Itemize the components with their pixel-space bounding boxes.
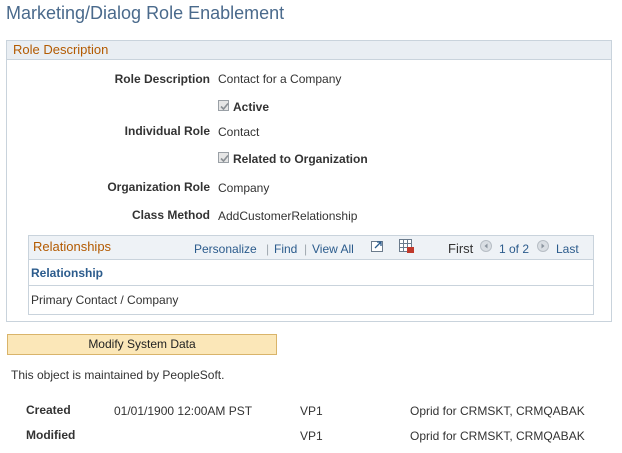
relationship-column-header[interactable]: Relationship [31, 266, 103, 280]
created-version: VP1 [300, 404, 323, 418]
separator: | [304, 242, 308, 256]
section-header: Role Description [7, 41, 611, 60]
previous-arrow-icon[interactable] [480, 240, 492, 252]
download-icon[interactable] [371, 239, 386, 256]
class-method-label: Class Method [131, 208, 210, 222]
table-row: Primary Contact / Company [31, 293, 179, 307]
separator: | [266, 242, 270, 256]
modified-version: VP1 [300, 429, 323, 443]
active-checkbox[interactable] [218, 100, 229, 111]
page-title: Marketing/Dialog Role Enablement [6, 3, 285, 23]
section-title: Role Description [13, 42, 109, 57]
modify-system-data-button[interactable]: Modify System Data [7, 334, 277, 355]
check-icon [220, 154, 229, 163]
check-icon [220, 102, 229, 111]
view-all-link[interactable]: View All [312, 242, 354, 256]
spreadsheet-icon[interactable] [399, 239, 415, 257]
modified-oprid: Oprid for CRMSKT, CRMQABAK [410, 429, 585, 443]
next-arrow-icon[interactable] [537, 240, 549, 252]
active-label: Active [233, 100, 270, 114]
individual-role-label: Individual Role [124, 124, 210, 138]
role-description-label: Role Description [114, 72, 210, 86]
find-link[interactable]: Find [274, 242, 297, 256]
related-to-organization-checkbox[interactable] [218, 152, 229, 163]
created-label: Created [26, 403, 71, 417]
grid-header: Relationships Personalize | Find | View … [29, 236, 593, 260]
range-label: 1 of 2 [499, 242, 530, 256]
relationships-grid: Relationships Personalize | Find | View … [28, 235, 594, 315]
first-label: First [448, 241, 474, 256]
individual-role-value: Contact [218, 125, 260, 139]
created-date: 01/01/1900 12:00AM PST [114, 404, 253, 418]
class-method-value: AddCustomerRelationship [218, 209, 358, 223]
role-description-value: Contact for a Company [218, 72, 342, 86]
divider [29, 285, 593, 286]
modified-label: Modified [26, 428, 76, 442]
personalize-link[interactable]: Personalize [194, 242, 257, 256]
maintained-note: This object is maintained by PeopleSoft. [11, 368, 225, 382]
organization-role-label: Organization Role [107, 180, 210, 194]
last-link[interactable]: Last [556, 242, 579, 256]
related-to-organization-label: Related to Organization [233, 152, 368, 166]
created-oprid: Oprid for CRMSKT, CRMQABAK [410, 404, 585, 418]
organization-role-value: Company [218, 181, 270, 195]
grid-title: Relationships [33, 239, 112, 254]
